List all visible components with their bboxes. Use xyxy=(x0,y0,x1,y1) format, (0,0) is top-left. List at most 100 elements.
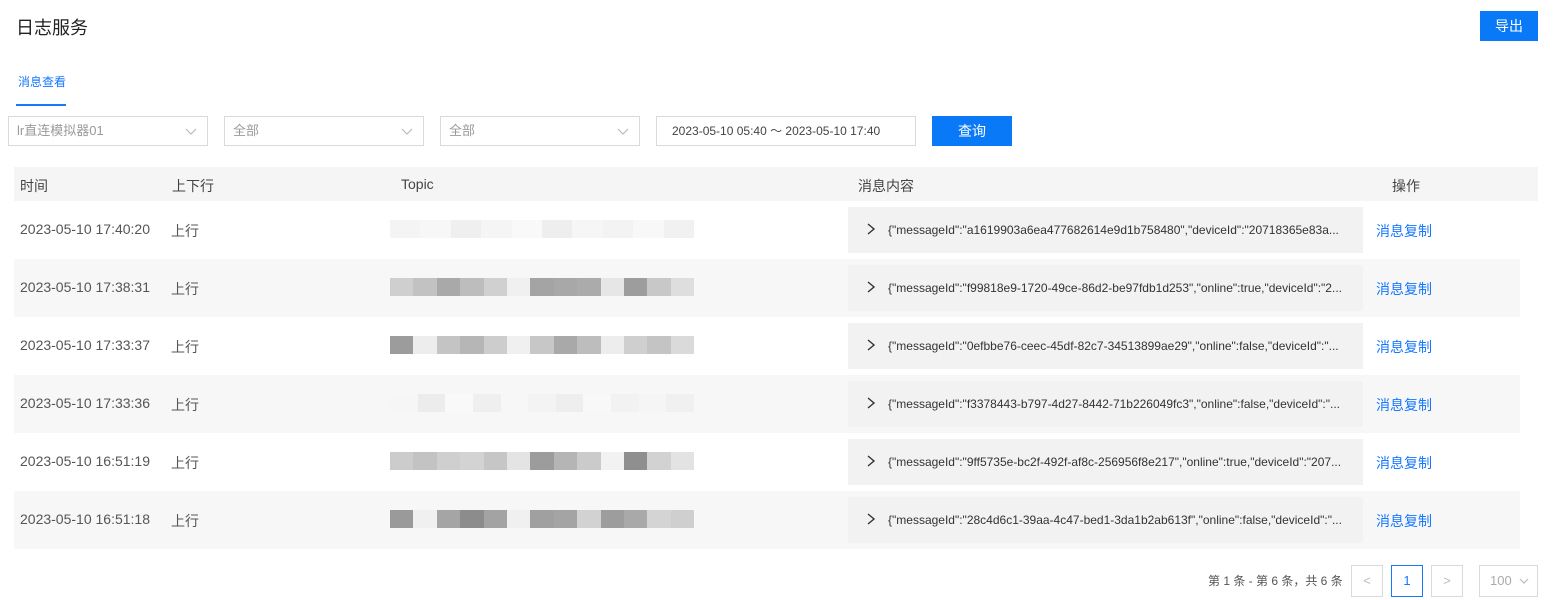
redaction-block xyxy=(530,336,554,354)
row-direction: 上行 xyxy=(171,339,199,355)
redaction-block xyxy=(390,278,414,296)
chevron-right-icon[interactable] xyxy=(866,396,876,410)
redaction-block xyxy=(450,220,482,238)
row-direction: 上行 xyxy=(171,455,199,471)
redaction-block xyxy=(623,278,648,296)
chevron-right-icon[interactable] xyxy=(866,280,876,294)
message-content-cell[interactable]: {"messageId":"28c4d6c1-39aa-4c47-bed1-3d… xyxy=(848,497,1363,543)
direction-select-value: 全部 xyxy=(233,123,260,138)
message-content-cell[interactable]: {"messageId":"f3378443-b797-4d27-8442-71… xyxy=(848,381,1363,427)
chevron-right-icon[interactable] xyxy=(866,338,876,352)
redaction-block xyxy=(472,394,501,412)
row-topic-redacted xyxy=(390,220,695,238)
message-content-cell[interactable]: {"messageId":"f99818e9-1720-49ce-86d2-be… xyxy=(848,265,1363,311)
redaction-block xyxy=(583,394,612,412)
device-select[interactable]: lr直连模拟器01 xyxy=(8,116,208,146)
redaction-block xyxy=(413,510,437,528)
chevron-right-icon[interactable] xyxy=(866,512,876,526)
redaction-block xyxy=(511,220,543,238)
row-time: 2023-05-10 17:33:36 xyxy=(20,395,150,411)
row-time: 2023-05-10 17:38:31 xyxy=(20,279,150,295)
chevron-down-icon xyxy=(401,128,413,135)
chevron-right-icon[interactable] xyxy=(866,454,876,468)
redaction-block xyxy=(483,452,507,470)
table-row: 2023-05-10 17:38:31 上行 {"messageId":"f9981… xyxy=(14,259,1520,317)
table-row: 2023-05-10 17:33:36 上行 {"messageId":"f3378… xyxy=(14,375,1520,433)
redaction-block xyxy=(413,278,437,296)
redaction-block xyxy=(666,394,695,412)
redaction-block xyxy=(530,510,554,528)
copy-message-link[interactable]: 消息复制 xyxy=(1376,337,1432,357)
column-header-content: 消息内容 xyxy=(858,178,914,194)
date-range-picker[interactable]: 2023-05-10 05:40 ～ 2023-05-10 17:40 xyxy=(656,116,916,146)
row-direction: 上行 xyxy=(171,223,199,239)
redaction-block xyxy=(577,452,601,470)
redaction-block xyxy=(460,336,484,354)
page-size-select[interactable]: 100 xyxy=(1479,565,1538,597)
copy-message-link[interactable]: 消息复制 xyxy=(1376,279,1432,299)
redaction-block xyxy=(647,510,671,528)
table-row: 2023-05-10 17:33:37 上行 {"messageId":"0efbb… xyxy=(14,317,1520,375)
copy-message-link[interactable]: 消息复制 xyxy=(1376,221,1432,241)
copy-message-link[interactable]: 消息复制 xyxy=(1376,511,1432,531)
message-content-cell[interactable]: {"messageId":"9ff5735e-bc2f-492f-af8c-25… xyxy=(848,439,1363,485)
redaction-block xyxy=(555,394,584,412)
redaction-block xyxy=(577,336,601,354)
redaction-block xyxy=(553,452,578,470)
direction-select[interactable]: 全部 xyxy=(224,116,424,146)
redaction-block xyxy=(445,394,473,412)
tab-message-view[interactable]: 消息查看 xyxy=(18,73,66,90)
redaction-block xyxy=(506,452,531,470)
next-page-button[interactable]: > xyxy=(1431,565,1463,597)
redaction-block xyxy=(670,336,695,354)
message-content-cell[interactable]: {"messageId":"0efbbe76-ceec-45df-82c7-34… xyxy=(848,323,1363,369)
table-row: 2023-05-10 16:51:18 上行 {"messageId":"28c4d… xyxy=(14,491,1520,549)
redaction-block xyxy=(436,510,461,528)
redaction-block xyxy=(506,336,531,354)
copy-message-link[interactable]: 消息复制 xyxy=(1376,453,1432,473)
column-header-time: 时间 xyxy=(20,178,48,194)
type-select[interactable]: 全部 xyxy=(440,116,640,146)
row-direction: 上行 xyxy=(171,397,199,413)
redaction-block xyxy=(670,452,695,470)
redaction-block xyxy=(483,278,507,296)
redaction-block xyxy=(483,510,507,528)
redaction-block xyxy=(611,394,639,412)
redaction-block xyxy=(390,452,414,470)
redaction-block xyxy=(577,510,601,528)
message-content-text: {"messageId":"28c4d6c1-39aa-4c47-bed1-3d… xyxy=(888,513,1342,527)
table-row: 2023-05-10 16:51:19 上行 {"messageId":"9ff57… xyxy=(14,433,1520,491)
message-content-text: {"messageId":"a1619903a6ea477682614e9d1b… xyxy=(888,223,1339,237)
message-content-cell[interactable]: {"messageId":"a1619903a6ea477682614e9d1b… xyxy=(848,207,1363,253)
redaction-block xyxy=(436,452,461,470)
redaction-block xyxy=(420,220,451,238)
row-time: 2023-05-10 16:51:19 xyxy=(20,453,150,469)
type-select-value: 全部 xyxy=(449,123,476,138)
chevron-right-icon[interactable] xyxy=(866,222,876,236)
redaction-block xyxy=(528,394,556,412)
redaction-block xyxy=(647,278,671,296)
column-header-action: 操作 xyxy=(1392,178,1420,194)
prev-page-button[interactable]: < xyxy=(1351,565,1383,597)
page-1-button[interactable]: 1 xyxy=(1391,565,1423,597)
redaction-block xyxy=(390,394,418,412)
redaction-block xyxy=(600,336,624,354)
query-button[interactable]: 查询 xyxy=(932,116,1012,146)
export-button[interactable]: 导出 xyxy=(1480,11,1538,41)
redaction-block xyxy=(460,510,484,528)
redaction-block xyxy=(670,278,695,296)
message-content-text: {"messageId":"9ff5735e-bc2f-492f-af8c-25… xyxy=(888,455,1342,469)
redaction-block xyxy=(647,452,671,470)
redaction-block xyxy=(633,220,664,238)
pagination-summary: 第 1 条 - 第 6 条，共 6 条 xyxy=(1208,574,1343,588)
tab-active-indicator xyxy=(16,104,66,106)
redaction-block xyxy=(623,510,648,528)
redaction-block xyxy=(530,452,554,470)
redaction-block xyxy=(553,336,578,354)
copy-message-link[interactable]: 消息复制 xyxy=(1376,395,1432,415)
redaction-block xyxy=(390,510,414,528)
device-select-value: lr直连模拟器01 xyxy=(17,123,104,138)
message-content-text: {"messageId":"f3378443-b797-4d27-8442-71… xyxy=(888,397,1340,411)
column-header-direction: 上下行 xyxy=(172,178,214,194)
redaction-block xyxy=(483,336,507,354)
